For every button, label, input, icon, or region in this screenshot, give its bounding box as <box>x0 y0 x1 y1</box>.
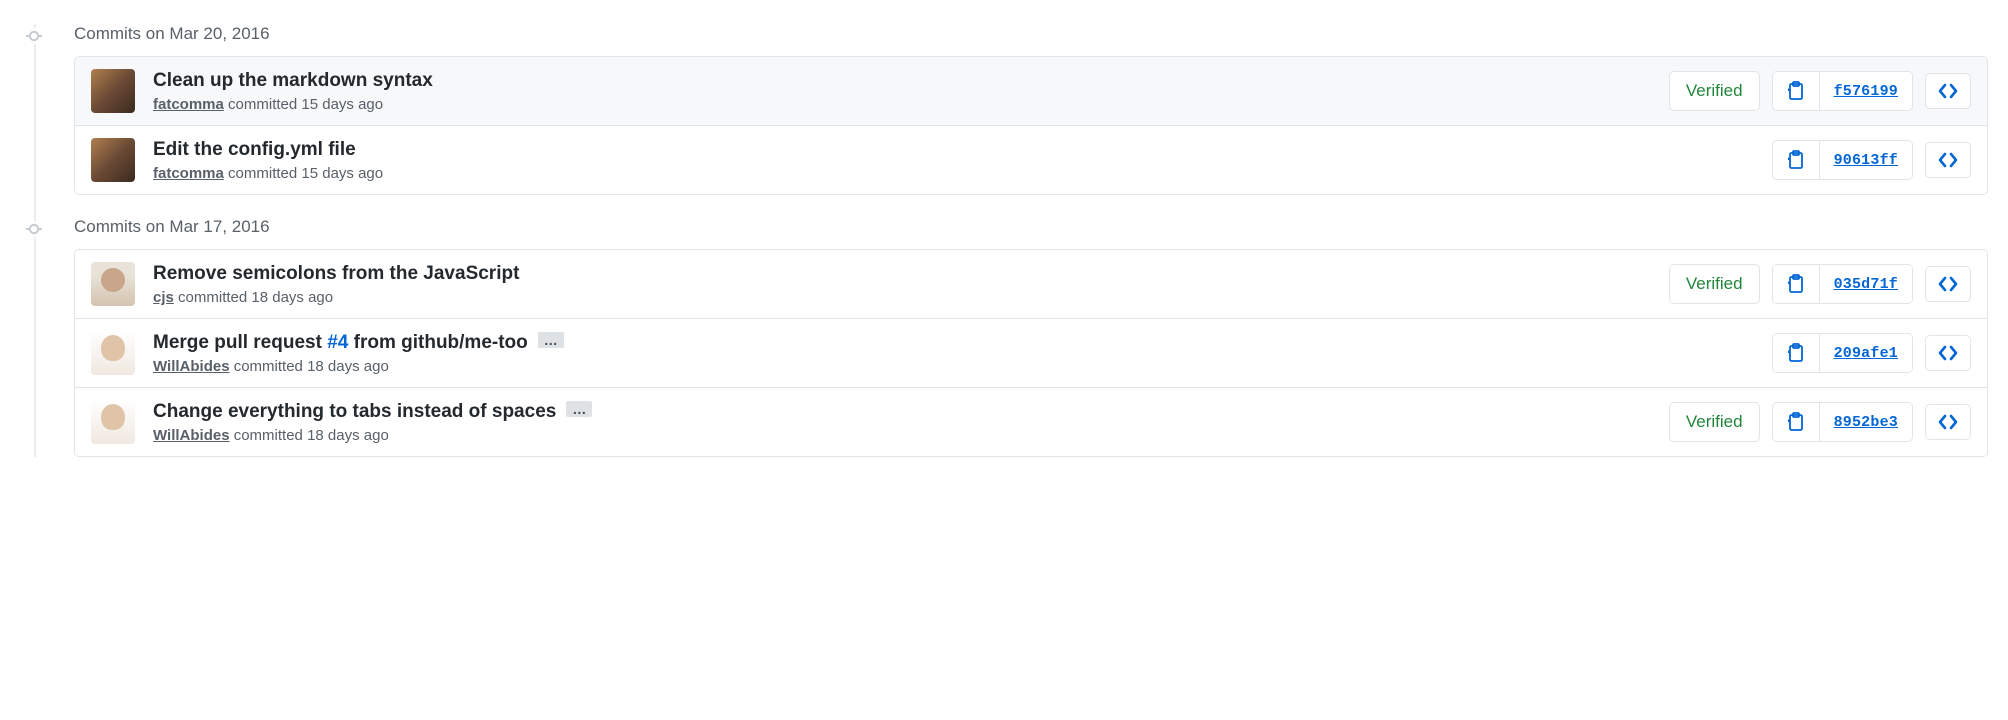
commit-actions: 90613ff <box>1772 140 1971 180</box>
avatar[interactable] <box>91 400 135 444</box>
commit-actions: Verified 8952be3 <box>1669 402 1971 442</box>
author-link[interactable]: fatcomma <box>153 96 224 113</box>
clipboard-icon <box>1787 81 1805 101</box>
commit-main: Remove semicolons from the JavaScript cjs… <box>153 262 1653 306</box>
commit-meta: WillAbides committed 18 days ago <box>153 358 1756 375</box>
commit-main: Edit the config.yml file fatcomma committ… <box>153 138 1756 182</box>
sha-button-group: f576199 <box>1772 71 1913 111</box>
browse-code-button[interactable] <box>1925 335 1971 371</box>
commit-main: Clean up the markdown syntax fatcomma com… <box>153 69 1653 113</box>
avatar[interactable] <box>91 331 135 375</box>
commit-title-text: Merge pull request <box>153 332 327 353</box>
sha-link[interactable]: 035d71f <box>1819 265 1912 303</box>
commit-title-link[interactable]: Edit the config.yml file <box>153 139 356 160</box>
group-heading-text: Commits on Mar 17, 2016 <box>74 217 270 236</box>
commit-row: Remove semicolons from the JavaScript cjs… <box>75 250 1987 318</box>
commit-title-text: Change everything to tabs instead of spa… <box>153 401 556 422</box>
commit-actions: Verified f576199 <box>1669 71 1971 111</box>
git-commit-icon <box>26 28 42 44</box>
verified-badge[interactable]: Verified <box>1669 71 1760 111</box>
commit-time: committed 18 days ago <box>178 289 333 306</box>
avatar[interactable] <box>91 138 135 182</box>
copy-sha-button[interactable] <box>1773 72 1819 110</box>
code-icon <box>1938 345 1958 361</box>
browse-code-button[interactable] <box>1925 404 1971 440</box>
sha-link[interactable]: 90613ff <box>1819 141 1912 179</box>
sha-link[interactable]: 8952be3 <box>1819 403 1912 441</box>
sha-button-group: 035d71f <box>1772 264 1913 304</box>
commit-title: Change everything to tabs instead of spa… <box>153 400 1653 425</box>
commit-group-heading: Commits on Mar 17, 2016 <box>74 217 1988 237</box>
sha-button-group: 90613ff <box>1772 140 1913 180</box>
commit-title-link[interactable]: Remove semicolons from the JavaScript <box>153 263 519 284</box>
expand-description-button[interactable]: … <box>566 401 592 417</box>
commit-time: committed 18 days ago <box>234 358 389 375</box>
commit-title: Edit the config.yml file <box>153 138 1756 163</box>
commit-main: Merge pull request #4 from github/me-too… <box>153 331 1756 375</box>
commit-row: Clean up the markdown syntax fatcomma com… <box>75 57 1987 125</box>
commit-title-link[interactable]: Clean up the markdown syntax <box>153 70 433 91</box>
commit-time: committed 15 days ago <box>228 165 383 182</box>
commit-title: Remove semicolons from the JavaScript <box>153 262 1653 287</box>
commit-timeline: Commits on Mar 20, 2016 Clean up the mark… <box>20 24 1988 457</box>
sha-link[interactable]: f576199 <box>1819 72 1912 110</box>
browse-code-button[interactable] <box>1925 266 1971 302</box>
browse-code-button[interactable] <box>1925 142 1971 178</box>
pull-request-link[interactable]: #4 <box>327 332 348 353</box>
code-icon <box>1938 276 1958 292</box>
commit-meta: fatcomma committed 15 days ago <box>153 165 1756 182</box>
commit-meta: fatcomma committed 15 days ago <box>153 96 1653 113</box>
commit-list: Clean up the markdown syntax fatcomma com… <box>74 56 1988 195</box>
git-commit-icon <box>26 221 42 237</box>
copy-sha-button[interactable] <box>1773 141 1819 179</box>
clipboard-icon <box>1787 343 1805 363</box>
author-link[interactable]: WillAbides <box>153 427 230 444</box>
commit-time: committed 15 days ago <box>228 96 383 113</box>
browse-code-button[interactable] <box>1925 73 1971 109</box>
sha-link[interactable]: 209afe1 <box>1819 334 1912 372</box>
commit-title-text: from github/me-too <box>348 332 527 353</box>
commit-title-text: Edit the config.yml file <box>153 139 356 160</box>
copy-sha-button[interactable] <box>1773 334 1819 372</box>
commit-row: Edit the config.yml file fatcomma committ… <box>75 125 1987 194</box>
commit-title-text: Clean up the markdown syntax <box>153 70 433 91</box>
commit-title-link[interactable]: Change everything to tabs instead of spa… <box>153 401 556 422</box>
expand-description-button[interactable]: … <box>538 332 564 348</box>
author-link[interactable]: cjs <box>153 289 174 306</box>
commit-time: committed 18 days ago <box>234 427 389 444</box>
verified-badge[interactable]: Verified <box>1669 402 1760 442</box>
copy-sha-button[interactable] <box>1773 265 1819 303</box>
group-heading-text: Commits on Mar 20, 2016 <box>74 24 270 43</box>
clipboard-icon <box>1787 274 1805 294</box>
commit-title: Merge pull request #4 from github/me-too… <box>153 331 1756 356</box>
commit-row: Merge pull request #4 from github/me-too… <box>75 318 1987 387</box>
sha-button-group: 209afe1 <box>1772 333 1913 373</box>
code-icon <box>1938 83 1958 99</box>
code-icon <box>1938 152 1958 168</box>
commit-actions: 209afe1 <box>1772 333 1971 373</box>
commit-row: Change everything to tabs instead of spa… <box>75 387 1987 456</box>
clipboard-icon <box>1787 150 1805 170</box>
commit-list: Remove semicolons from the JavaScript cjs… <box>74 249 1988 457</box>
timeline-line <box>34 24 36 457</box>
commit-meta: WillAbides committed 18 days ago <box>153 427 1653 444</box>
commit-actions: Verified 035d71f <box>1669 264 1971 304</box>
commit-title-text: Remove semicolons from the JavaScript <box>153 263 519 284</box>
author-link[interactable]: fatcomma <box>153 165 224 182</box>
copy-sha-button[interactable] <box>1773 403 1819 441</box>
code-icon <box>1938 414 1958 430</box>
sha-button-group: 8952be3 <box>1772 402 1913 442</box>
verified-badge[interactable]: Verified <box>1669 264 1760 304</box>
author-link[interactable]: WillAbides <box>153 358 230 375</box>
avatar[interactable] <box>91 69 135 113</box>
commit-meta: cjs committed 18 days ago <box>153 289 1653 306</box>
clipboard-icon <box>1787 412 1805 432</box>
avatar[interactable] <box>91 262 135 306</box>
commit-group-heading: Commits on Mar 20, 2016 <box>74 24 1988 44</box>
commit-title: Clean up the markdown syntax <box>153 69 1653 94</box>
commit-title-link[interactable]: Merge pull request #4 from github/me-too <box>153 332 528 353</box>
commit-main: Change everything to tabs instead of spa… <box>153 400 1653 444</box>
